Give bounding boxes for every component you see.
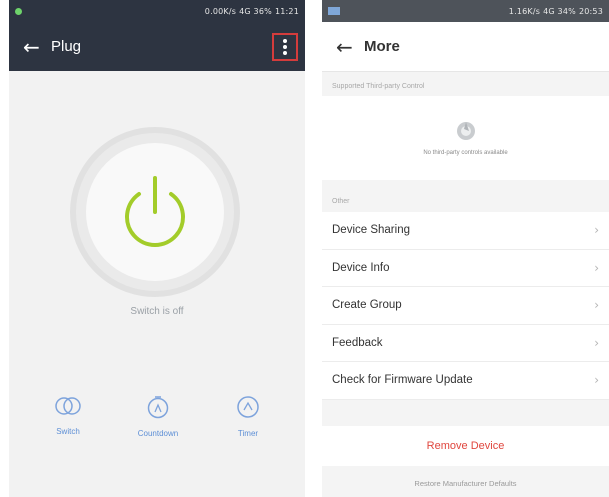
section-header-third-party: Supported Third-party Control [332, 82, 425, 90]
tool-bar: Switch Countdown Timer [27, 395, 289, 438]
more-options-button[interactable] [272, 33, 298, 61]
clock: 11:21 [274, 6, 299, 16]
switch-tool-label: Switch [56, 427, 80, 436]
menu-item-label: Device Sharing [332, 224, 410, 237]
menu-item-label: Device Info [332, 261, 390, 274]
chevron-right-icon: › [594, 223, 599, 238]
power-icon [125, 176, 185, 247]
menu-item-label: Feedback [332, 336, 383, 349]
countdown-tool-button[interactable]: Countdown [117, 395, 199, 438]
section-header-other: Other [332, 197, 350, 205]
chevron-right-icon: › [594, 298, 599, 313]
switch-status-text: Switch is off [130, 306, 184, 317]
remove-device-button[interactable]: Remove Device [322, 426, 609, 466]
page-title: More [364, 38, 400, 55]
third-party-note: No third-party controls available [423, 150, 508, 156]
settings-menu: Device Sharing › Device Info › Create Gr… [322, 212, 609, 400]
timer-tool-label: Timer [237, 429, 259, 438]
plug-screen: 0.00K/s 4G 36% 11:21 ← Plug Switch is of… [9, 0, 305, 497]
more-vertical-icon [283, 39, 287, 43]
menu-item-device-info[interactable]: Device Info › [322, 250, 609, 287]
network-speed: 1.16K/s [508, 6, 541, 16]
switch-tool-button[interactable]: Switch [27, 395, 109, 438]
clock: 20:53 [578, 6, 603, 16]
clock-icon [237, 396, 259, 418]
third-party-panel: No third-party controls available [322, 96, 609, 180]
alexa-icon [456, 122, 475, 140]
menu-item-feedback[interactable]: Feedback › [322, 325, 609, 362]
menu-item-create-group[interactable]: Create Group › [322, 287, 609, 325]
network-speed: 0.00K/s [204, 6, 237, 16]
battery-status: 4G 34% [543, 6, 576, 16]
back-arrow-icon[interactable]: ← [23, 35, 51, 59]
timer-icon [147, 396, 169, 419]
restore-defaults-button[interactable]: Restore Manufacturer Defaults [322, 470, 609, 497]
menu-item-device-sharing[interactable]: Device Sharing › [322, 212, 609, 250]
app-bar: ← Plug [9, 22, 305, 71]
chevron-right-icon: › [594, 260, 599, 275]
chevron-right-icon: › [594, 373, 599, 388]
battery-status: 4G 36% [239, 6, 272, 16]
notification-icon [328, 7, 340, 15]
notification-icon [15, 7, 22, 15]
more-screen: 1.16K/s 4G 34% 20:53 ← More Supported Th… [322, 0, 609, 497]
page-title: Plug [51, 38, 82, 55]
timer-tool-button[interactable]: Timer [207, 395, 289, 438]
chevron-right-icon: › [594, 335, 599, 350]
power-button[interactable] [70, 127, 240, 297]
menu-item-firmware-update[interactable]: Check for Firmware Update › [322, 362, 609, 400]
status-bar: 1.16K/s 4G 34% 20:53 [322, 0, 609, 22]
countdown-tool-label: Countdown [137, 429, 179, 438]
app-bar: ← More [322, 22, 609, 72]
menu-item-label: Create Group [332, 299, 402, 312]
back-arrow-icon[interactable]: ← [336, 35, 364, 59]
switch-icon [55, 397, 81, 415]
status-bar: 0.00K/s 4G 36% 11:21 [9, 0, 305, 22]
menu-item-label: Check for Firmware Update [332, 374, 473, 387]
